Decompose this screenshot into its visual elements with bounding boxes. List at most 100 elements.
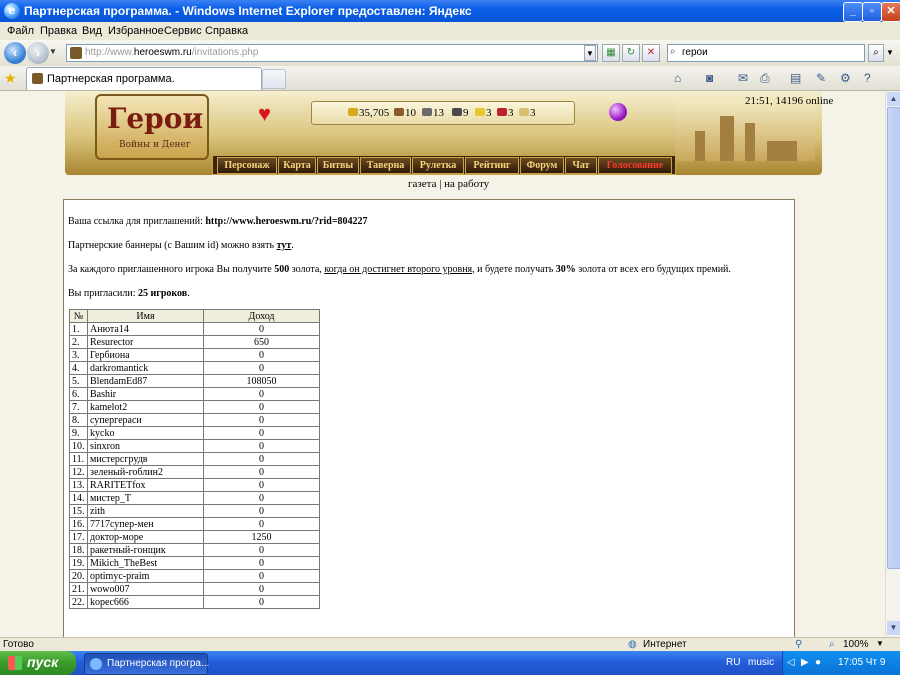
- table-row: 4. darkromantick 0: [69, 361, 320, 375]
- page-viewport: Герои Войны и Денег ♥ 35,705 10 13 9 3 3…: [0, 91, 885, 637]
- refresh-icon[interactable]: ↻: [622, 44, 640, 62]
- row-player-name[interactable]: Resurector: [87, 335, 204, 349]
- new-tab-button[interactable]: [262, 69, 286, 89]
- menu-edit[interactable]: Правка: [40, 25, 77, 37]
- start-button[interactable]: пуск: [0, 651, 76, 675]
- nav-character[interactable]: Персонаж: [217, 157, 277, 174]
- music-label[interactable]: music: [748, 657, 774, 668]
- minimize-button[interactable]: _: [843, 2, 863, 22]
- search-options-icon[interactable]: ▼: [886, 48, 894, 57]
- row-player-name[interactable]: супергераси: [87, 413, 204, 427]
- address-dropdown-icon[interactable]: ▼: [584, 45, 596, 61]
- banners-end: .: [291, 240, 294, 251]
- health-heart-icon: ♥: [258, 101, 272, 126]
- invitations-panel: Ваша ссылка для приглашений: http://www.…: [63, 199, 795, 637]
- page-icon[interactable]: ▤: [790, 71, 801, 85]
- safety-icon[interactable]: ✎: [816, 71, 826, 85]
- zoom-level[interactable]: 100%: [843, 639, 869, 650]
- menu-favorites[interactable]: Избранное: [108, 25, 164, 37]
- row-player-name[interactable]: kycko: [87, 426, 204, 440]
- row-income: 0: [203, 452, 320, 466]
- resource-mercury: 9: [452, 107, 469, 119]
- taskbar-item-ie[interactable]: Партнерская програ...: [84, 653, 209, 675]
- resource-ore: 13: [422, 107, 444, 119]
- row-income: 0: [203, 504, 320, 518]
- row-player-name[interactable]: Анюта14: [87, 322, 204, 336]
- row-player-name[interactable]: 7717супер-мен: [87, 517, 204, 531]
- tab-partner-program[interactable]: Партнерская программа.: [26, 67, 262, 90]
- invited-players-table: № Имя Доход 1. Анюта14 0 2. Resurector 650 3. Г…: [69, 309, 320, 609]
- link-gazeta[interactable]: газета: [408, 178, 436, 190]
- banners-link[interactable]: тут: [277, 240, 292, 251]
- row-player-name[interactable]: wowo007: [87, 582, 204, 596]
- row-player-name[interactable]: мистерсгрудв: [87, 452, 204, 466]
- search-button[interactable]: ⌕: [868, 44, 884, 62]
- row-player-name[interactable]: sinxron: [87, 439, 204, 453]
- nav-map[interactable]: Карта: [278, 157, 316, 174]
- help-icon[interactable]: ?: [864, 71, 871, 85]
- nav-vote[interactable]: Голосование: [598, 157, 672, 174]
- row-player-name[interactable]: darkromantick: [87, 361, 204, 375]
- protected-mode-icon[interactable]: ⚲: [795, 639, 802, 650]
- nav-rating[interactable]: Рейтинг: [465, 157, 519, 174]
- forward-button[interactable]: ›: [27, 42, 49, 64]
- media-play-icon[interactable]: ▶: [801, 657, 809, 668]
- scroll-down-arrow[interactable]: ▼: [887, 621, 900, 635]
- row-player-name[interactable]: Гербиона: [87, 348, 204, 362]
- row-player-name[interactable]: optimyc-praim: [87, 569, 204, 583]
- search-field[interactable]: ⌕ герои: [667, 44, 865, 62]
- restore-button[interactable]: ▫: [862, 2, 882, 22]
- history-dropdown-icon[interactable]: ▼: [49, 47, 57, 56]
- mail-icon[interactable]: ✉: [738, 71, 748, 85]
- castle-image: [675, 101, 815, 161]
- menu-file[interactable]: Файл: [7, 25, 34, 37]
- menu-help[interactable]: Справка: [205, 25, 248, 37]
- scroll-up-arrow[interactable]: ▲: [887, 92, 900, 106]
- nav-tavern[interactable]: Таверна: [360, 157, 411, 174]
- row-player-name[interactable]: zith: [87, 504, 204, 518]
- print-icon[interactable]: ⎙: [760, 71, 770, 86]
- row-player-name[interactable]: Mikich_TheBest: [87, 556, 204, 570]
- row-player-name[interactable]: мистер_T: [87, 491, 204, 505]
- row-player-name[interactable]: Bashir: [87, 387, 204, 401]
- row-number: 22.: [69, 595, 88, 609]
- link-work[interactable]: на работу: [444, 178, 489, 190]
- stop-icon[interactable]: ✕: [642, 44, 660, 62]
- row-player-name[interactable]: зеленый-гоблин2: [87, 465, 204, 479]
- row-player-name[interactable]: доктор-море: [87, 530, 204, 544]
- invite-link[interactable]: http://www.heroeswm.ru/?rid=804227: [205, 216, 367, 227]
- tray-app-icon[interactable]: ●: [815, 657, 821, 668]
- row-player-name[interactable]: ракетный-гонщик: [87, 543, 204, 557]
- back-button[interactable]: ‹: [4, 42, 26, 64]
- row-player-name[interactable]: kopec666: [87, 595, 204, 609]
- address-url: http://www.heroeswm.ru/invitations.php: [85, 47, 259, 58]
- nav-chat[interactable]: Чат: [565, 157, 597, 174]
- nav-forum[interactable]: Форум: [520, 157, 564, 174]
- nav-battles[interactable]: Битвы: [317, 157, 359, 174]
- row-player-name[interactable]: RARITETfox: [87, 478, 204, 492]
- feeds-icon[interactable]: ◙: [706, 71, 713, 85]
- address-field[interactable]: http://www.heroeswm.ru/invitations.php: [66, 44, 598, 62]
- game-logo[interactable]: Герои Войны и Денег: [95, 94, 209, 160]
- row-player-name[interactable]: kamelot2: [87, 400, 204, 414]
- row-number: 12.: [69, 465, 88, 479]
- menu-view[interactable]: Вид: [82, 25, 102, 37]
- row-number: 17.: [69, 530, 88, 544]
- tools-gear-icon[interactable]: ⚙: [840, 71, 851, 85]
- nav-roulette[interactable]: Рулетка: [412, 157, 464, 174]
- row-player-name[interactable]: BlendamEd87: [87, 374, 204, 388]
- close-button[interactable]: ✕: [881, 2, 900, 22]
- compat-view-icon[interactable]: ▦: [602, 44, 620, 62]
- zoom-icon[interactable]: ⌕: [829, 639, 835, 650]
- zoom-dropdown-icon[interactable]: ▼: [876, 639, 884, 648]
- language-indicator[interactable]: RU: [726, 657, 740, 668]
- scroll-thumb[interactable]: [887, 107, 900, 569]
- vertical-scrollbar[interactable]: ▲ ▼: [885, 91, 900, 637]
- favorites-star-icon[interactable]: ★: [4, 70, 17, 87]
- windows-flag-icon: [8, 656, 22, 670]
- media-prev-icon[interactable]: ◁: [787, 657, 795, 668]
- home-icon[interactable]: ⌂: [674, 71, 681, 85]
- reward-condition-link[interactable]: когда он достигнет второго уровня: [324, 264, 472, 275]
- table-row: 20. optimyc-praim 0: [69, 569, 320, 583]
- menu-tools[interactable]: Сервис: [164, 25, 202, 37]
